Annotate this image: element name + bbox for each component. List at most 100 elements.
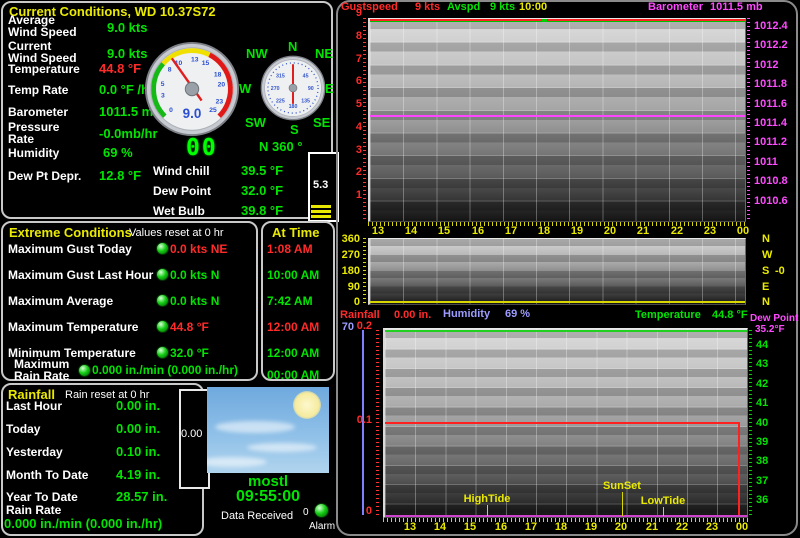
x-axis-label: 15: [463, 521, 477, 533]
row-label: Maximum Temperature: [8, 320, 139, 334]
at-time-header: At Time: [272, 225, 320, 240]
x-axis-label: 15: [437, 225, 451, 237]
rain-axis-label: 0.2: [356, 320, 372, 332]
row-label: Pressure Rate: [8, 120, 60, 146]
daily-rain-reset-line: [738, 422, 740, 517]
x-axis-label: 00: [735, 521, 749, 533]
aux-meter-value: 5.3: [313, 179, 329, 191]
y-axis-label: 9: [355, 7, 362, 19]
row-value: 44.8 °F: [99, 61, 142, 76]
gauge-readout: 9.0: [183, 106, 202, 121]
rain-temp-chart[interactable]: [383, 328, 748, 518]
row-value: 0.0 kts N: [170, 268, 220, 282]
row-label: Year To Date: [6, 490, 78, 504]
compass-tick: 225: [276, 99, 285, 105]
legend-barometer-label: Barometer: [648, 1, 704, 13]
event-time: 10:00 AM: [267, 268, 320, 282]
y-axis-label: 38: [756, 455, 769, 467]
x-axis-label: 22: [670, 225, 684, 237]
legend-dewpoint-label: Dew Point: [750, 313, 799, 324]
row-label: Humidity: [8, 146, 60, 160]
y-axis-label: 44: [756, 339, 769, 351]
legend-humidity-value: 69 %: [505, 308, 531, 320]
row-label: Dew Point: [153, 184, 212, 198]
y-axis-label: 41: [756, 397, 769, 409]
y-axis-label: 5: [355, 98, 362, 110]
current-conditions-panel: Current Conditions, WD 10.37S72 Average …: [1, 1, 339, 222]
rain-rate-value: 0.000 in./min (0.000 in./hr): [4, 516, 163, 531]
y-axis-label: 1010.6: [754, 195, 788, 207]
cardinal-sw: SW: [245, 115, 266, 130]
x-axis-label: 23: [705, 521, 719, 533]
y-axis-label: 90: [347, 281, 360, 293]
row-value: 44.8 °F: [170, 320, 209, 334]
y-axis-label: 1011: [754, 156, 778, 168]
x-axis-label: 13: [403, 521, 417, 533]
y-axis-label: 1011.2: [754, 136, 788, 148]
cardinal-se: SE: [313, 115, 331, 130]
y-axis-label: 40: [756, 417, 769, 429]
weather-display-window: Current Conditions, WD 10.37S72 Average …: [0, 0, 800, 538]
cardinal-w: W: [239, 81, 252, 96]
gauge-tick: 23: [216, 98, 224, 105]
wind-direction-chart[interactable]: [368, 238, 746, 305]
row-label: Yesterday: [6, 445, 63, 459]
compass-tick: 135: [301, 99, 310, 105]
right-axis-ticks: [747, 18, 750, 222]
y-axis-label: 2: [355, 166, 362, 178]
x-axis-label: 20: [603, 225, 617, 237]
row-value: 0.0 kts NE: [170, 242, 228, 256]
gauge-tick: 15: [202, 60, 210, 67]
x-axis-label: 16: [471, 225, 485, 237]
row-label: Maximum Gust Last Hour: [8, 268, 154, 282]
cardinal-ne: NE: [315, 46, 334, 61]
row-value: 12.8 °F: [99, 168, 142, 183]
temperature-line: [385, 330, 747, 332]
compass-tick: 315: [276, 73, 285, 79]
panel-subtitle: Values reset at 0 hr: [129, 227, 224, 239]
status-led: [156, 242, 169, 255]
row-label: Last Hour: [6, 399, 63, 413]
y-axis-label: 1: [355, 189, 362, 201]
compass-tick: 45: [303, 73, 309, 79]
lowtide-marker: [663, 507, 664, 516]
status-led: [156, 320, 169, 333]
meter-bar: [311, 215, 331, 218]
legend-humidity-label: Humidity: [443, 308, 491, 320]
y-axis-label: 1012.4: [754, 20, 788, 32]
heading-readout: N 360 °: [259, 139, 303, 154]
direction-axis-label: E: [762, 281, 770, 293]
x-axis-label: 16: [494, 521, 508, 533]
x-axis-label: 23: [703, 225, 717, 237]
cardinal-s: S: [290, 122, 299, 137]
row-label: Wind chill: [153, 164, 210, 178]
y-axis-label: 360: [341, 233, 360, 245]
alarm-led[interactable]: [314, 503, 329, 518]
row-value: 0.10 in.: [116, 444, 161, 459]
lowtide-annotation: LowTide: [640, 495, 686, 507]
rain-bar-value: 0.00: [181, 428, 203, 440]
event-time: 00:00 AM: [267, 368, 320, 382]
row-value: 28.57 in.: [116, 489, 168, 504]
legend-avspd-value: 9 kts: [490, 1, 516, 13]
left-axis-ticks: [363, 18, 366, 222]
x-axis-ticks: [368, 222, 746, 226]
rain-axis-label: 0.1: [356, 414, 372, 426]
row-value: 69 %: [103, 145, 133, 160]
y-axis-label: 1012.2: [754, 39, 788, 51]
legend-barometer-value: 1011.5 mb: [710, 1, 763, 13]
x-axis-label: 19: [584, 521, 598, 533]
y-axis-label: 270: [341, 249, 360, 261]
y-axis-label: 4: [355, 121, 362, 133]
event-time: 12:00 AM: [267, 346, 320, 360]
y-axis-label: 1011.6: [754, 98, 788, 110]
compass-tick: 180: [289, 104, 298, 110]
direction-axis-label: S: [762, 265, 770, 277]
x-axis-label: 22: [675, 521, 689, 533]
y-axis-label: 39: [756, 436, 769, 448]
y-axis-label: 8: [355, 30, 362, 42]
x-axis-label: 18: [537, 225, 551, 237]
y-axis-label: 36: [756, 494, 769, 506]
wind-barometer-chart[interactable]: [368, 18, 746, 222]
row-label: Maximum Average: [8, 294, 114, 308]
